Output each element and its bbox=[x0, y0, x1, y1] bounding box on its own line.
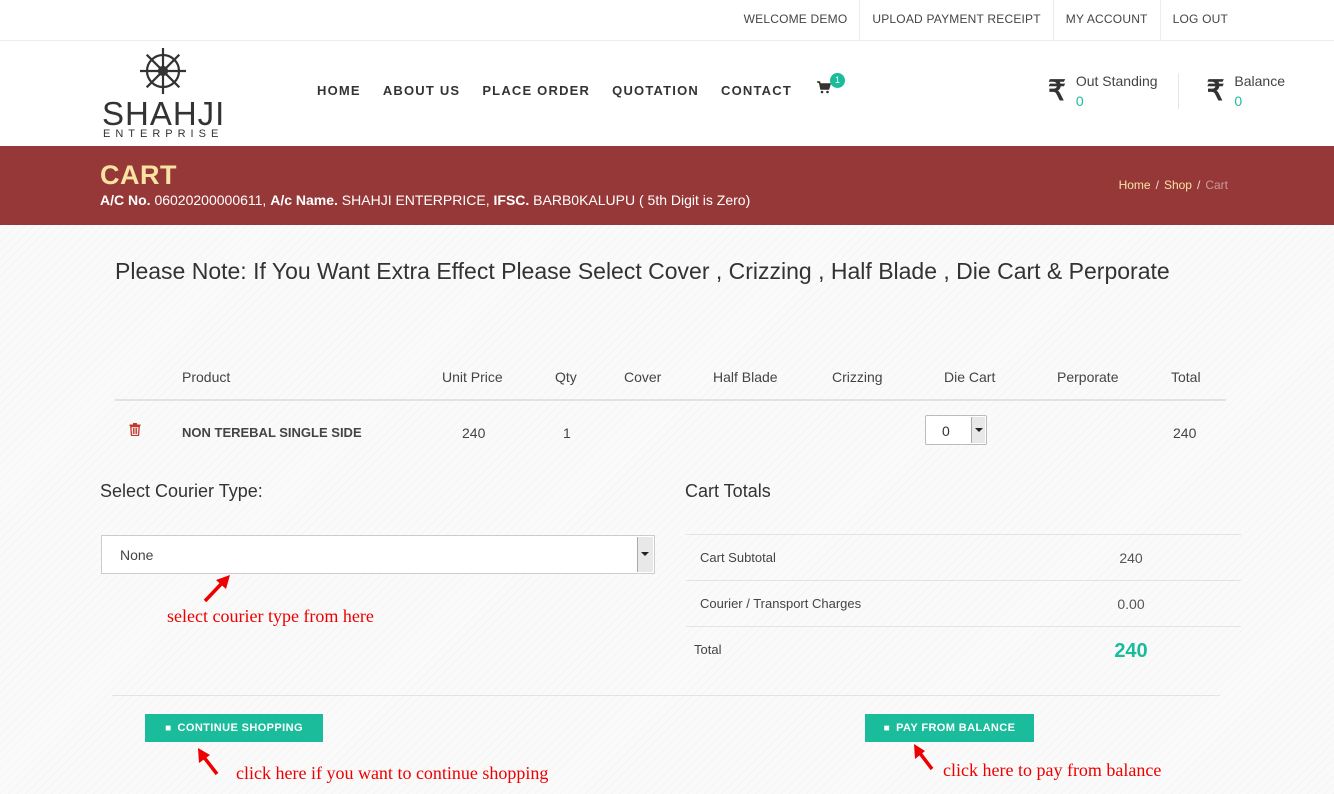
subtotal-label: Cart Subtotal bbox=[700, 550, 776, 565]
upload-payment-receipt-link[interactable]: UPLOAD PAYMENT RECEIPT bbox=[859, 0, 1052, 40]
nav-about-us[interactable]: ABOUT US bbox=[383, 83, 461, 98]
main-nav: HOME ABOUT US PLACE ORDER QUOTATION CONT… bbox=[306, 73, 845, 99]
balance-panel: ₹ Out Standing 0 ₹ Balance 0 bbox=[1048, 73, 1305, 109]
courier-hint: select courier type from here bbox=[167, 606, 374, 626]
header-unit-price: Unit Price bbox=[442, 369, 503, 385]
total-label: Total bbox=[694, 642, 722, 657]
balance-summary: ₹ Balance 0 bbox=[1177, 73, 1305, 109]
header-half-blade: Half Blade bbox=[713, 369, 778, 385]
die-cart-select[interactable]: 0 bbox=[925, 415, 987, 445]
courier-selected-value: None bbox=[120, 547, 154, 563]
totals-row: Courier / Transport Charges 0.00 bbox=[686, 580, 1241, 626]
cart-totals-table: Cart Subtotal 240 Courier / Transport Ch… bbox=[686, 534, 1241, 672]
acno-value: 06020200000611, bbox=[154, 192, 267, 208]
pay-from-balance-label: PAY FROM BALANCE bbox=[896, 722, 1016, 734]
unit-price: 240 bbox=[462, 425, 486, 441]
site-header: SHAHJI ENTERPRISE HOME ABOUT US PLACE OR… bbox=[0, 41, 1334, 146]
logout-link[interactable]: LOG OUT bbox=[1159, 0, 1240, 40]
totals-row: Cart Subtotal 240 bbox=[686, 534, 1241, 580]
cart-content: Please Note: If You Want Extra Effect Pl… bbox=[0, 225, 1334, 794]
acno-label: A/C No. bbox=[100, 192, 151, 208]
welcome-link[interactable]: WELCOME DEMO bbox=[732, 0, 860, 40]
header-product: Product bbox=[182, 369, 231, 385]
nav-quotation[interactable]: QUOTATION bbox=[612, 83, 699, 98]
header-total: Total bbox=[1171, 369, 1201, 385]
product-name: NON TEREBAL SINGLE SIDE bbox=[182, 425, 362, 440]
bank-account-info: A/C No. 06020200000611, A/c Name. SHAHJI… bbox=[100, 192, 750, 208]
shopping-bag-icon: ■ bbox=[883, 722, 891, 734]
header-perporate: Perporate bbox=[1057, 369, 1119, 385]
header-qty: Qty bbox=[555, 369, 577, 385]
ifsc-label: IFSC. bbox=[493, 192, 530, 208]
outstanding-value: 0 bbox=[1075, 93, 1084, 109]
ifsc-value: BARB0KALUPU ( 5th Digit is Zero) bbox=[533, 192, 751, 208]
nav-contact[interactable]: CONTACT bbox=[721, 83, 792, 98]
balance-label: Balance bbox=[1234, 73, 1285, 89]
acname-label: A/c Name. bbox=[270, 192, 338, 208]
courier-charges-label: Courier / Transport Charges bbox=[700, 596, 862, 611]
outstanding-summary: ₹ Out Standing 0 bbox=[1048, 73, 1178, 109]
header-crizzing: Crizzing bbox=[832, 369, 883, 385]
page-title: CART bbox=[100, 160, 177, 190]
chevron-down-icon bbox=[971, 417, 985, 443]
quantity: 1 bbox=[563, 425, 571, 441]
shopping-cart-icon bbox=[817, 81, 832, 94]
top-utility-bar: WELCOME DEMO UPLOAD PAYMENT RECEIPT MY A… bbox=[0, 0, 1334, 41]
courier-type-select[interactable]: None bbox=[101, 535, 655, 574]
divider bbox=[112, 695, 1220, 696]
annotation-arrow-icon bbox=[203, 575, 230, 603]
cart-count-badge: 1 bbox=[830, 73, 845, 88]
pay-from-balance-hint: click here to pay from balance bbox=[943, 760, 1162, 780]
continue-shopping-button[interactable]: ■ CONTINUE SHOPPING bbox=[145, 714, 323, 742]
top-links: WELCOME DEMO UPLOAD PAYMENT RECEIPT MY A… bbox=[732, 0, 1240, 40]
acname-value: SHAHJI ENTERPRICE, bbox=[341, 192, 490, 208]
table-header: Product Unit Price Qty Cover Half Blade … bbox=[115, 361, 1226, 401]
nav-place-order[interactable]: PLACE ORDER bbox=[482, 83, 590, 98]
shopping-bag-icon: ■ bbox=[165, 722, 172, 734]
table-row: NON TEREBAL SINGLE SIDE 240 1 0 240 bbox=[115, 401, 1226, 461]
trash-icon[interactable] bbox=[129, 423, 141, 436]
breadcrumb-current: Cart bbox=[1205, 178, 1228, 192]
chevron-down-icon bbox=[637, 537, 653, 572]
ship-wheel-icon bbox=[140, 48, 186, 94]
my-account-link[interactable]: MY ACCOUNT bbox=[1052, 0, 1160, 40]
continue-shopping-hint: click here if you want to continue shopp… bbox=[236, 763, 549, 783]
courier-charges-value: 0.00 bbox=[1117, 596, 1145, 612]
outstanding-label: Out Standing bbox=[1075, 73, 1158, 89]
continue-shopping-label: CONTINUE SHOPPING bbox=[177, 722, 303, 734]
balance-value: 0 bbox=[1234, 93, 1243, 109]
rupee-icon: ₹ bbox=[1206, 75, 1225, 106]
breadcrumb: Home / Shop / Cart bbox=[1118, 178, 1228, 192]
totals-row: Total 240 bbox=[686, 626, 1241, 672]
breadcrumb-shop[interactable]: Shop bbox=[1164, 178, 1192, 192]
brand-subtitle: ENTERPRISE bbox=[103, 128, 224, 140]
cart-table: Product Unit Price Qty Cover Half Blade … bbox=[115, 361, 1226, 461]
subtotal-value: 240 bbox=[1119, 550, 1143, 566]
pay-from-balance-button[interactable]: ■ PAY FROM BALANCE bbox=[865, 714, 1034, 742]
page-title-banner: CART A/C No. 06020200000611, A/c Name. S… bbox=[0, 146, 1334, 225]
cart-totals-title: Cart Totals bbox=[685, 481, 771, 501]
breadcrumb-home[interactable]: Home bbox=[1119, 178, 1151, 192]
annotation-arrow-icon bbox=[914, 744, 934, 771]
nav-home[interactable]: HOME bbox=[317, 83, 361, 98]
die-cart-value: 0 bbox=[942, 423, 950, 439]
header-die-cart: Die Cart bbox=[944, 369, 996, 385]
logo[interactable]: SHAHJI ENTERPRISE bbox=[100, 45, 230, 141]
header-cover: Cover bbox=[624, 369, 662, 385]
extra-effect-note: Please Note: If You Want Extra Effect Pl… bbox=[115, 258, 1170, 284]
annotation-arrow-icon bbox=[198, 748, 219, 776]
cart-button[interactable]: 1 bbox=[817, 73, 845, 99]
rupee-icon: ₹ bbox=[1048, 75, 1066, 106]
row-total: 240 bbox=[1173, 425, 1197, 441]
courier-type-title: Select Courier Type: bbox=[100, 481, 263, 501]
grand-total-value: 240 bbox=[1114, 640, 1148, 662]
